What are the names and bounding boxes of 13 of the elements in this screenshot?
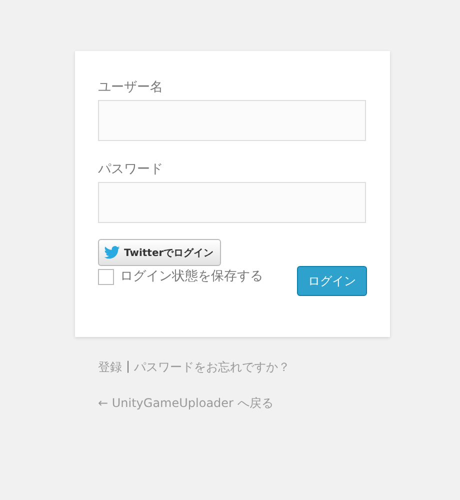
link-separator: | (126, 359, 130, 375)
back-link[interactable]: ← UnityGameUploader へ戻る (98, 395, 274, 412)
login-button[interactable]: ログイン (297, 266, 367, 296)
username-label: ユーザー名 (98, 79, 163, 97)
twitter-login-button[interactable]: Twitterでログイン (98, 239, 221, 266)
username-field[interactable] (98, 100, 366, 141)
remember-checkbox[interactable] (98, 269, 114, 285)
lost-password-link[interactable]: パスワードをお忘れですか？ (134, 359, 290, 376)
register-link[interactable]: 登録 (98, 359, 122, 376)
remember-label: ログイン状態を保存する (120, 268, 263, 286)
password-field[interactable] (98, 182, 366, 223)
password-label: パスワード (98, 161, 163, 179)
bird-icon (104, 246, 120, 259)
